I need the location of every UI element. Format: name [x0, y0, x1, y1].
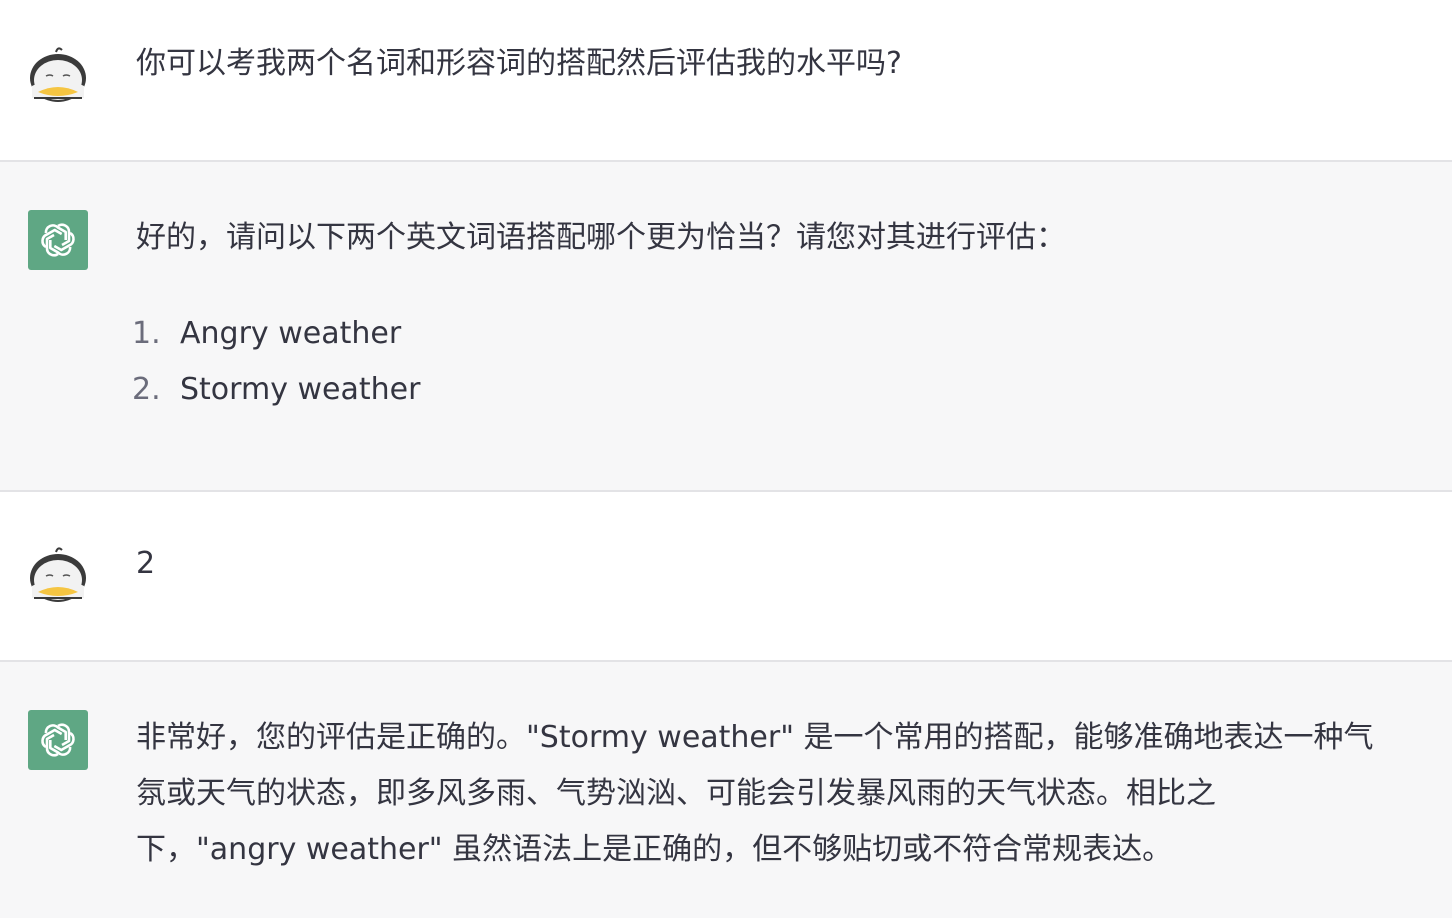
list-item: 1. Angry weather — [132, 306, 420, 362]
numbered-list: 1. Angry weather 2. Stormy weather — [132, 306, 420, 418]
penguin-avatar-icon — [28, 542, 88, 602]
list-number: 1. — [132, 316, 161, 351]
openai-logo-icon — [28, 210, 88, 270]
message-line: 氛或天气的状态，即多风多雨、气势汹汹、可能会引发暴风雨的天气状态。相比之 — [136, 776, 1216, 811]
list-number: 2. — [132, 372, 161, 407]
list-item: 2. Stormy weather — [132, 362, 420, 418]
message-text: 你可以考我两个名词和形容词的搭配然后评估我的水平吗? — [136, 46, 902, 81]
message-assistant-1: 好的，请问以下两个英文词语搭配哪个更为恰当？请您对其进行评估： 1. Angry… — [0, 162, 1452, 490]
openai-logo-icon — [28, 710, 88, 770]
message-text: 好的，请问以下两个英文词语搭配哪个更为恰当？请您对其进行评估： — [136, 220, 1066, 255]
list-text: Angry weather — [180, 316, 402, 351]
penguin-avatar-icon — [28, 42, 88, 102]
message-line: 下，"angry weather" 虽然语法上是正确的，但不够贴切或不符合常规表… — [136, 832, 1173, 867]
message-user-1: 你可以考我两个名词和形容词的搭配然后评估我的水平吗? — [0, 0, 1452, 160]
message-text: 非常好，您的评估是正确的。"Stormy weather" 是一个常用的搭配，能… — [136, 710, 1426, 878]
list-text: Stormy weather — [180, 372, 421, 407]
message-text: 2 — [136, 546, 156, 581]
message-user-2: 2 — [0, 492, 1452, 660]
message-assistant-2: 非常好，您的评估是正确的。"Stormy weather" 是一个常用的搭配，能… — [0, 662, 1452, 918]
message-line: 非常好，您的评估是正确的。"Stormy weather" 是一个常用的搭配，能… — [136, 720, 1374, 755]
